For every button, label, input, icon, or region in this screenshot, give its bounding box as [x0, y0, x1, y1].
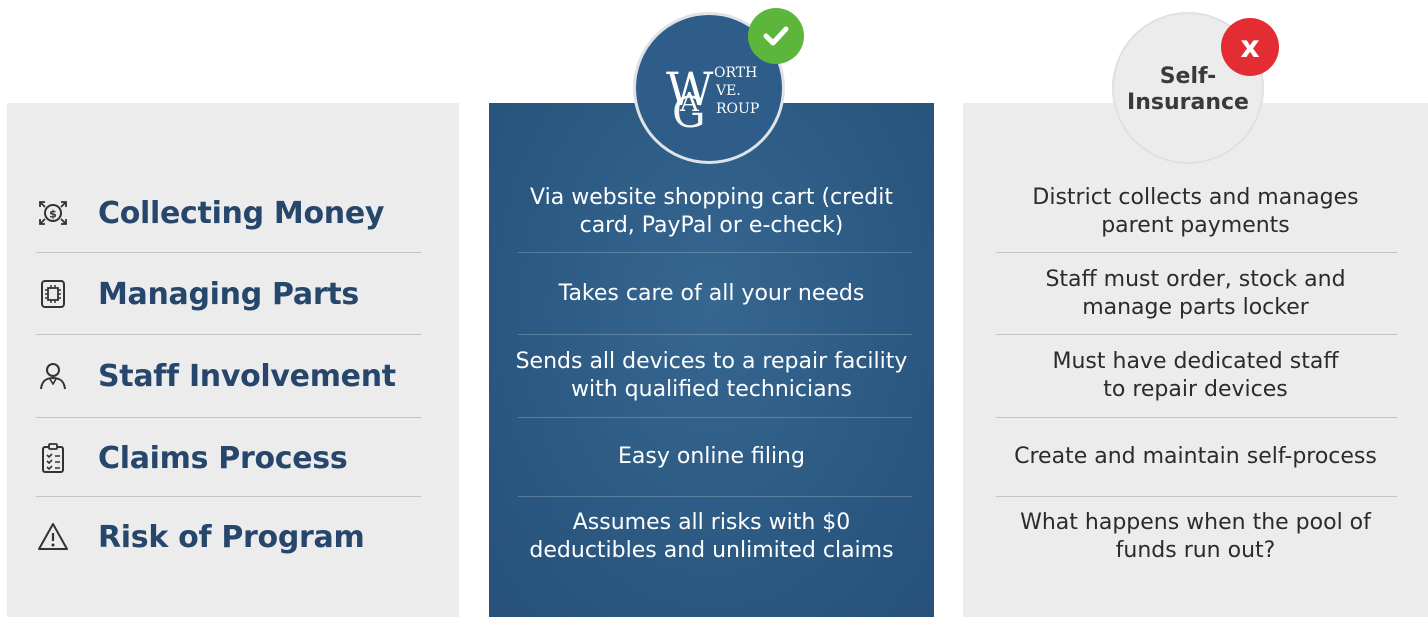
clipboard-checklist-icon [36, 441, 70, 475]
svg-text:$: $ [49, 208, 57, 221]
worth-ave-item: Easy online filing [618, 444, 805, 469]
self-insurance-item: What happens when the pool of funds run … [1020, 510, 1371, 563]
x-icon: x [1221, 18, 1279, 76]
warning-triangle-icon [36, 520, 70, 554]
feature-label: Claims Process [98, 440, 348, 476]
self-insurance-item: District collects and manages parent pay… [1032, 185, 1359, 238]
feature-row: Staff Involvement [36, 335, 421, 417]
self-insurance-item: Create and maintain self-process [1014, 444, 1377, 469]
self-insurance-item: Staff must order, stock and manage parts… [1045, 267, 1346, 320]
feature-row: Managing Parts [36, 253, 421, 335]
feature-label: Managing Parts [98, 276, 359, 312]
logo-orth: ORTH [714, 65, 757, 81]
worth-ave-item: Assumes all risks with $0 deductibles an… [529, 510, 894, 563]
feature-row: $ Collecting Money [36, 172, 421, 254]
feature-label: Staff Involvement [98, 358, 396, 394]
feature-label: Collecting Money [98, 195, 385, 231]
logo-letter-a: A [679, 88, 700, 118]
worth-ave-item: Sends all devices to a repair facility w… [515, 349, 908, 402]
person-icon [36, 359, 70, 393]
self-insurance-item: Must have dedicated staff to repair devi… [1052, 349, 1339, 402]
feature-row: Risk of Program [36, 496, 421, 578]
logo-roup: ROUP [716, 101, 759, 117]
worth-ave-item: Via website shopping cart (credit card, … [530, 185, 893, 238]
money-exchange-icon: $ [36, 196, 70, 230]
checkmark-icon [748, 8, 804, 64]
self-insurance-title: Self- Insurance [1127, 64, 1249, 115]
feature-label: Risk of Program [98, 519, 365, 555]
circuit-chip-icon [36, 277, 70, 311]
worth-ave-item: Takes care of all your needs [558, 281, 865, 306]
feature-row: Claims Process [36, 417, 421, 499]
logo-ve: VE. [715, 83, 741, 99]
